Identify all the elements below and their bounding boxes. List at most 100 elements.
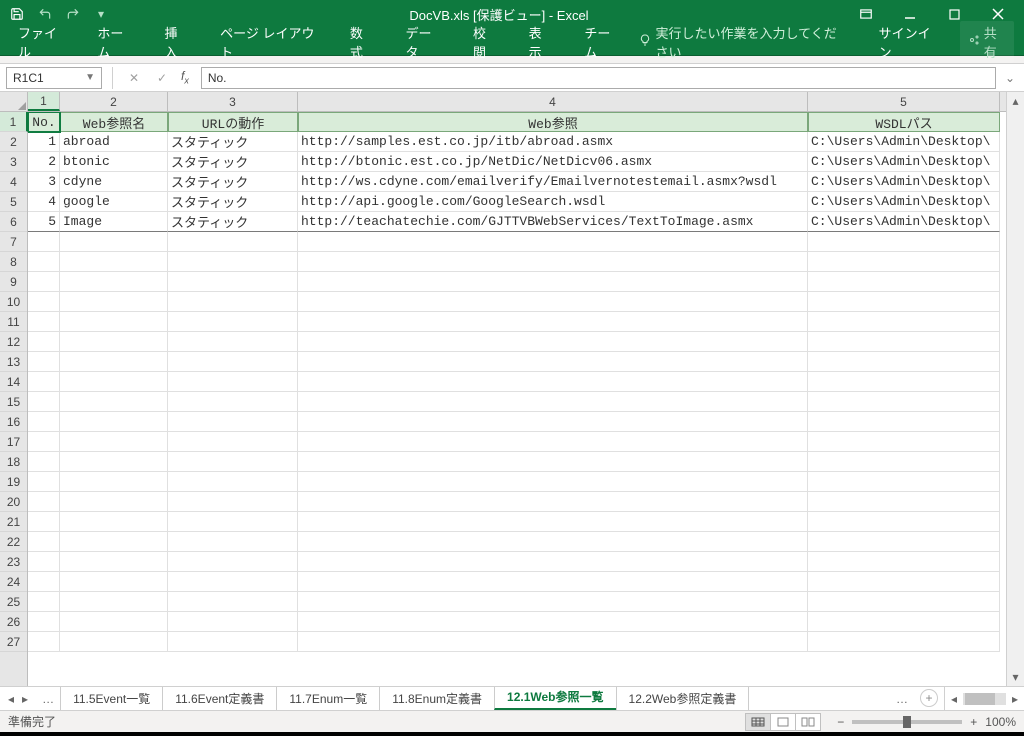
cell[interactable] xyxy=(168,332,298,352)
enter-formula-icon[interactable]: ✓ xyxy=(151,67,173,89)
cell[interactable] xyxy=(60,552,168,572)
tab-home[interactable]: ホーム xyxy=(85,19,144,65)
cell[interactable] xyxy=(168,352,298,372)
cell[interactable] xyxy=(168,372,298,392)
tell-me-box[interactable]: 実行したい作業を入力してください xyxy=(639,23,842,61)
tab-insert[interactable]: 挿入 xyxy=(152,19,200,65)
row-header[interactable]: 5 xyxy=(0,192,27,212)
cell[interactable] xyxy=(298,632,808,652)
row-header[interactable]: 12 xyxy=(0,332,27,352)
cell[interactable]: btonic xyxy=(60,152,168,172)
cell[interactable]: スタティック xyxy=(168,132,298,152)
cell[interactable] xyxy=(60,252,168,272)
cell[interactable] xyxy=(28,332,60,352)
cell[interactable] xyxy=(168,572,298,592)
sheet-nav-next-icon[interactable]: ▸ xyxy=(20,692,30,706)
cell[interactable]: Web参照名 xyxy=(60,112,168,132)
cell[interactable] xyxy=(298,272,808,292)
share-button[interactable]: 共有 xyxy=(960,21,1014,63)
cell[interactable] xyxy=(808,592,1000,612)
cell[interactable] xyxy=(28,452,60,472)
cell[interactable] xyxy=(28,512,60,532)
cell[interactable]: スタティック xyxy=(168,172,298,192)
cell[interactable]: cdyne xyxy=(60,172,168,192)
cell[interactable] xyxy=(808,632,1000,652)
cell[interactable] xyxy=(28,552,60,572)
sheet-tab-active[interactable]: 12.1Web参照一覧 xyxy=(494,687,616,710)
cell[interactable]: abroad xyxy=(60,132,168,152)
row-header[interactable]: 11 xyxy=(0,312,27,332)
cell[interactable]: 4 xyxy=(28,192,60,212)
cell[interactable] xyxy=(808,412,1000,432)
cell[interactable] xyxy=(60,232,168,252)
cell[interactable] xyxy=(168,452,298,472)
cell[interactable]: No. xyxy=(28,112,60,132)
cell[interactable] xyxy=(168,312,298,332)
cell[interactable]: 3 xyxy=(28,172,60,192)
formula-input[interactable]: No. xyxy=(201,67,996,89)
cell[interactable] xyxy=(808,232,1000,252)
cell[interactable] xyxy=(28,492,60,512)
column-header[interactable]: 5 xyxy=(808,92,1000,111)
cell[interactable] xyxy=(60,472,168,492)
scroll-up-icon[interactable]: ▴ xyxy=(1007,92,1024,110)
cell[interactable] xyxy=(28,272,60,292)
cell[interactable]: URLの動作 xyxy=(168,112,298,132)
cell[interactable] xyxy=(808,372,1000,392)
cell[interactable] xyxy=(168,592,298,612)
cell[interactable] xyxy=(60,452,168,472)
cell[interactable] xyxy=(298,512,808,532)
cell[interactable]: http://btonic.est.co.jp/NetDic/NetDicv06… xyxy=(298,152,808,172)
row-header[interactable]: 23 xyxy=(0,552,27,572)
cell[interactable]: スタティック xyxy=(168,212,298,232)
row-header[interactable]: 19 xyxy=(0,472,27,492)
row-header[interactable]: 20 xyxy=(0,492,27,512)
cell[interactable] xyxy=(168,272,298,292)
cell[interactable] xyxy=(168,632,298,652)
cell[interactable] xyxy=(60,492,168,512)
cell[interactable] xyxy=(298,332,808,352)
cell[interactable] xyxy=(60,332,168,352)
row-header[interactable]: 18 xyxy=(0,452,27,472)
cell[interactable] xyxy=(168,252,298,272)
zoom-out-icon[interactable]: − xyxy=(837,715,844,729)
cell[interactable]: C:\Users\Admin\Desktop\ xyxy=(808,172,1000,192)
vertical-scrollbar[interactable]: ▴ ▾ xyxy=(1006,92,1024,686)
cell[interactable] xyxy=(808,452,1000,472)
cell[interactable] xyxy=(60,412,168,432)
cell[interactable] xyxy=(60,352,168,372)
cell[interactable] xyxy=(28,412,60,432)
cell[interactable]: スタティック xyxy=(168,192,298,212)
tab-team[interactable]: チーム xyxy=(572,19,631,65)
cell[interactable] xyxy=(28,372,60,392)
expand-formula-bar-icon[interactable]: ⌄ xyxy=(1002,71,1018,85)
cell[interactable]: http://api.google.com/GoogleSearch.wsdl xyxy=(298,192,808,212)
cell[interactable] xyxy=(60,272,168,292)
cell[interactable] xyxy=(298,452,808,472)
cell[interactable] xyxy=(808,552,1000,572)
cell[interactable] xyxy=(168,512,298,532)
cell[interactable] xyxy=(298,392,808,412)
cell[interactable]: 5 xyxy=(28,212,60,232)
cell[interactable] xyxy=(168,492,298,512)
column-header[interactable]: 3 xyxy=(168,92,298,111)
cell[interactable] xyxy=(28,592,60,612)
row-header[interactable]: 16 xyxy=(0,412,27,432)
cell[interactable] xyxy=(298,372,808,392)
cell[interactable] xyxy=(168,532,298,552)
cell[interactable] xyxy=(60,292,168,312)
cell[interactable] xyxy=(808,572,1000,592)
cell[interactable] xyxy=(808,532,1000,552)
row-header[interactable]: 17 xyxy=(0,432,27,452)
sheet-tab[interactable]: 12.2Web参照定義書 xyxy=(616,687,750,710)
cell[interactable] xyxy=(808,512,1000,532)
cell[interactable]: http://ws.cdyne.com/emailverify/Emailver… xyxy=(298,172,808,192)
zoom-slider[interactable] xyxy=(852,720,962,724)
view-normal-icon[interactable] xyxy=(745,713,771,731)
row-header[interactable]: 4 xyxy=(0,172,27,192)
cell[interactable] xyxy=(298,252,808,272)
cell[interactable] xyxy=(298,612,808,632)
cell[interactable] xyxy=(168,612,298,632)
column-header[interactable]: 4 xyxy=(298,92,808,111)
signin-link[interactable]: サインイン xyxy=(879,23,938,61)
